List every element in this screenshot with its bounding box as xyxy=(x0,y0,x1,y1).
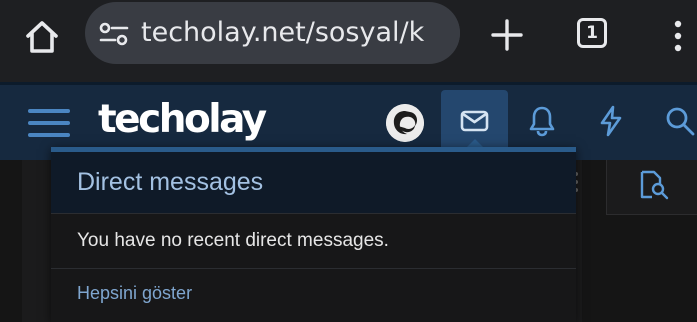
empty-message: You have no recent direct messages. xyxy=(77,230,389,251)
bell-icon xyxy=(529,106,555,137)
site-logo[interactable]: techolay xyxy=(98,97,267,142)
address-bar[interactable]: techolay.net/sosyal/k xyxy=(85,2,460,64)
tune-icon[interactable] xyxy=(99,21,129,47)
envelope-icon xyxy=(460,110,489,132)
whats-new-button[interactable] xyxy=(598,105,624,141)
file-search-icon[interactable] xyxy=(638,170,670,204)
more-vertical-icon xyxy=(674,20,682,52)
tab-count: 1 xyxy=(586,23,598,43)
dropdown-body: You have no recent direct messages. xyxy=(51,213,576,269)
browser-toolbar: techolay.net/sosyal/k 1 xyxy=(0,0,697,82)
dropdown-header: Direct messages xyxy=(51,147,576,213)
home-icon xyxy=(26,21,58,53)
url-text: techolay.net/sosyal/k xyxy=(141,17,425,48)
home-button[interactable] xyxy=(22,17,62,57)
direct-messages-dropdown: Direct messages You have no recent direc… xyxy=(51,147,576,322)
plus-icon xyxy=(491,19,523,51)
url-fade xyxy=(434,2,460,64)
browser-menu-button[interactable] xyxy=(668,16,688,56)
menu-button[interactable] xyxy=(28,107,70,139)
bolt-icon xyxy=(600,105,622,137)
dropdown-title[interactable]: Direct messages xyxy=(77,168,263,197)
search-button[interactable] xyxy=(665,105,695,141)
new-tab-button[interactable] xyxy=(488,16,526,54)
menu-icon xyxy=(28,109,70,137)
alerts-button[interactable] xyxy=(528,105,556,141)
tab-switcher-button[interactable]: 1 xyxy=(577,18,607,48)
search-icon xyxy=(666,107,695,136)
show-all-link[interactable]: Hepsini göster xyxy=(77,283,192,304)
avatar[interactable] xyxy=(386,104,424,142)
